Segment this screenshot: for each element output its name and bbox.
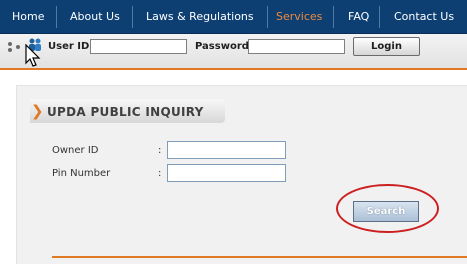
nav-divider bbox=[379, 6, 380, 28]
pin-number-separator: : bbox=[158, 168, 162, 179]
mouse-pointer-icon bbox=[25, 44, 41, 67]
nav-divider bbox=[267, 6, 268, 28]
pin-number-label: Pin Number bbox=[52, 168, 111, 179]
nav-divider bbox=[132, 6, 133, 28]
nav-item-services[interactable]: Services bbox=[276, 0, 322, 33]
nav-item-home[interactable]: Home bbox=[12, 0, 44, 33]
owner-id-input[interactable] bbox=[167, 141, 286, 159]
nav-item-laws-regulations[interactable]: Laws & Regulations bbox=[146, 0, 254, 33]
owner-id-label: Owner ID bbox=[52, 145, 99, 156]
nav-item-contact-us[interactable]: Contact Us bbox=[394, 0, 454, 33]
password-label: Password: bbox=[195, 41, 253, 52]
login-button[interactable]: Login bbox=[353, 37, 420, 56]
page-title: UPDA PUBLIC INQUIRY bbox=[47, 105, 204, 119]
nav-divider bbox=[56, 6, 57, 28]
highlight-circle bbox=[336, 184, 439, 233]
nav-divider bbox=[333, 6, 334, 28]
chevron-right-icon: ❯ bbox=[31, 102, 44, 120]
user-id-label: User ID: bbox=[48, 41, 94, 52]
nav-item-faq[interactable]: FAQ bbox=[348, 0, 369, 33]
bottom-divider bbox=[52, 256, 467, 258]
top-navigation: Home About Us Laws & Regulations Service… bbox=[0, 0, 467, 34]
share-icon bbox=[8, 42, 20, 52]
owner-id-separator: : bbox=[158, 145, 162, 156]
login-bar: User ID: Password: Login bbox=[0, 34, 467, 70]
pin-number-input[interactable] bbox=[167, 164, 286, 182]
nav-item-about-us[interactable]: About Us bbox=[70, 0, 120, 33]
password-input[interactable] bbox=[248, 39, 345, 54]
user-id-input[interactable] bbox=[90, 39, 187, 54]
